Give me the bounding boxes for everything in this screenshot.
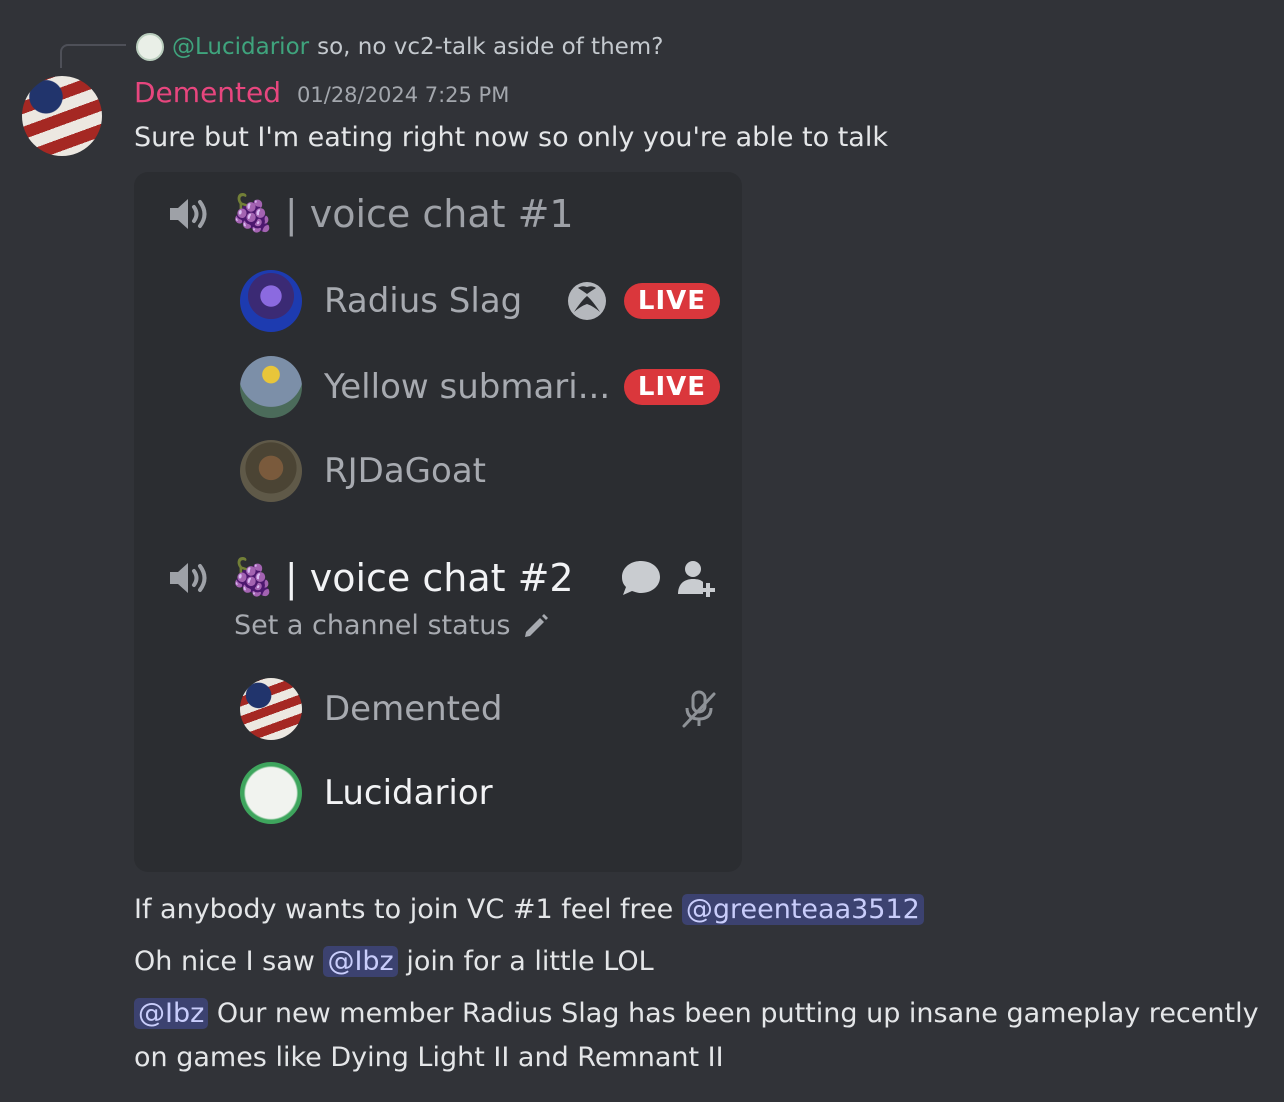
member-status-group: LIVE (566, 280, 720, 322)
message-text: If anybody wants to join VC #1 feel free… (134, 888, 924, 932)
channel-name: | voice chat #2 (284, 556, 574, 600)
voice-member: RJDaGoat (240, 440, 720, 502)
message-text-segment: Oh nice I saw (134, 946, 315, 977)
channel-actions (620, 558, 718, 598)
reply-connector-line (60, 44, 126, 68)
member-avatar (240, 270, 302, 332)
member-status-group (678, 688, 720, 730)
voice-channel-1: 🍇 | voice chat #1 (168, 192, 574, 236)
voice-channel-2: 🍇 | voice chat #2 (168, 556, 574, 600)
user-mention[interactable]: @greenteaa3512 (681, 894, 924, 925)
message-text: Oh nice I saw @Ibz join for a little LOL (134, 940, 654, 984)
member-avatar (240, 440, 302, 502)
reply-preview-text[interactable]: so, no vc2-talk aside of them? (317, 34, 663, 60)
channel-status: Set a channel status (234, 610, 550, 641)
speaker-icon (170, 563, 207, 593)
grape-emoji: 🍇 (230, 557, 275, 598)
message-header: Demented 01/28/2024 7:25 PM (134, 76, 509, 109)
author-name[interactable]: Demented (134, 76, 281, 109)
reply-reference[interactable]: @Lucidarior so, no vc2-talk aside of the… (136, 30, 663, 64)
voice-member: Yellow submari... LIVE (240, 356, 720, 418)
avatar[interactable] (22, 76, 102, 156)
message-text: on games like Dying Light II and Remnant… (134, 1042, 724, 1073)
voice-member: Demented (240, 678, 720, 740)
reply-avatar[interactable] (136, 33, 164, 61)
live-badge: LIVE (623, 283, 720, 319)
invite-member-icon (678, 561, 715, 597)
member-name: RJDaGoat (324, 451, 486, 491)
xbox-icon (567, 282, 606, 320)
voice-member: Lucidarior (240, 762, 720, 824)
member-status-group: LIVE (623, 369, 720, 405)
pencil-icon (525, 613, 549, 637)
speaker-icon (170, 199, 207, 229)
message-text: @Ibz Our new member Radius Slag has been… (134, 992, 1259, 1036)
member-avatar (240, 762, 302, 824)
message-timestamp: 01/28/2024 7:25 PM (297, 83, 510, 107)
voice-member: Radius Slag LIVE (240, 270, 720, 332)
message-text-segment: join for a little LOL (406, 946, 654, 977)
user-mention[interactable]: @Ibz (134, 998, 209, 1029)
message-text: Sure but I'm eating right now so only yo… (134, 122, 888, 153)
grape-emoji: 🍇 (230, 193, 275, 234)
chat-bubble-icon (622, 561, 660, 595)
member-name: Lucidarior (324, 773, 493, 813)
reply-author-mention[interactable]: @Lucidarior (172, 34, 309, 60)
channel-status-placeholder: Set a channel status (234, 610, 511, 641)
message-text-segment: Our new member Radius Slag has been putt… (216, 998, 1259, 1029)
voice-channels-screenshot: 🍇 | voice chat #1 Radius Slag LIVE Yello… (134, 172, 742, 872)
member-avatar (240, 678, 302, 740)
channel-name: | voice chat #1 (284, 192, 574, 236)
member-name: Demented (324, 689, 503, 729)
member-avatar (240, 356, 302, 418)
message-text-segment: If anybody wants to join VC #1 feel free (134, 894, 674, 925)
member-name: Yellow submari... (324, 367, 611, 407)
member-name: Radius Slag (324, 281, 523, 321)
muted-microphone-icon (682, 690, 716, 728)
user-mention[interactable]: @Ibz (323, 946, 398, 977)
live-badge: LIVE (623, 369, 720, 405)
